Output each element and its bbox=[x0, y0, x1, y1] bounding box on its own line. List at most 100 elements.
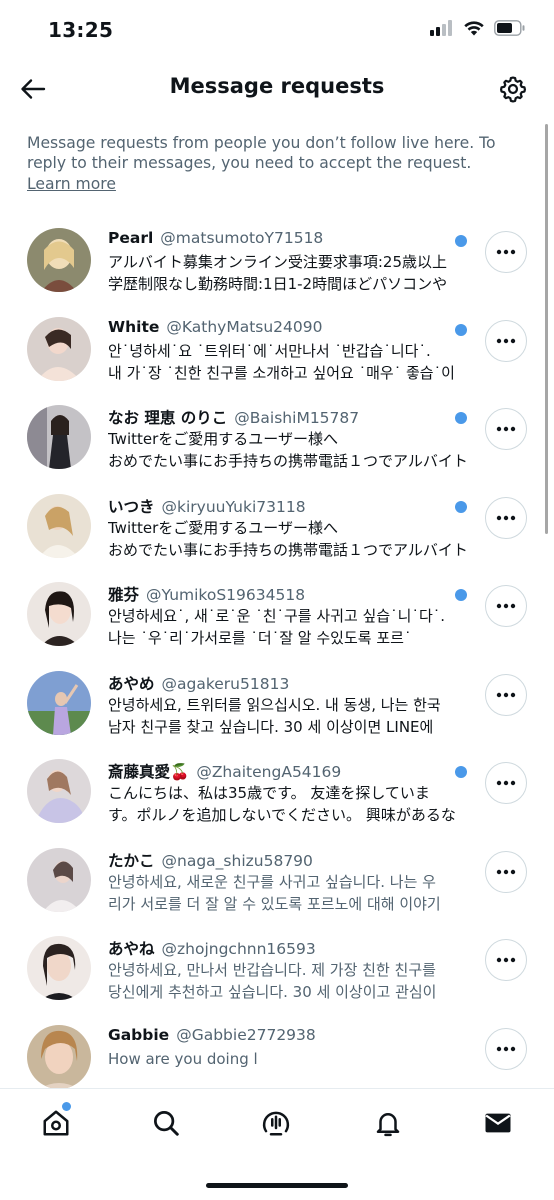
unread-indicator bbox=[455, 589, 467, 601]
message-request-row[interactable]: いつき @kiryuuYuki73118 Twitterをご愛用するユーザー様へ … bbox=[0, 482, 554, 571]
message-request-content: 斎藤真愛🍒 @ZhaitengA54169 こんにちは、私は35歳です。 友達を探… bbox=[108, 760, 468, 826]
tab-notifications[interactable] bbox=[368, 1103, 408, 1143]
home-icon bbox=[43, 1110, 69, 1136]
message-request-content: 雅芬 @YumikoS19634518 안녕하세요˙, 새˙로˙운 ˙친˙구를 사… bbox=[108, 583, 468, 649]
message-request-content: あやめ @agakeru51813 안녕하세요, 트위터를 읽으십시오. 내 동생… bbox=[108, 672, 468, 738]
more-options-button[interactable] bbox=[485, 408, 527, 450]
message-request-row[interactable]: 斎藤真愛🍒 @ZhaitengA54169 こんにちは、私は35歳です。 友達を探… bbox=[0, 747, 554, 836]
bell-icon bbox=[376, 1113, 400, 1137]
tab-spaces[interactable] bbox=[256, 1103, 296, 1143]
message-preview-line: アルバイト募集オンライン受注要求事項:25歳以上 bbox=[108, 253, 447, 271]
sender-name: 雅芬 bbox=[108, 586, 140, 604]
learn-more-link[interactable]: Learn more bbox=[27, 174, 116, 194]
message-request-row[interactable]: あやめ @agakeru51813 안녕하세요, 트위터를 읽으십시오. 내 동생… bbox=[0, 659, 554, 748]
sender-name: あやね bbox=[108, 940, 155, 958]
search-icon bbox=[154, 1111, 179, 1136]
avatar[interactable] bbox=[27, 759, 91, 823]
sender-name: Pearl bbox=[108, 229, 154, 247]
message-request-content: Pearl @matsumotoY71518 アルバイト募集オンライン受注要求事項… bbox=[108, 229, 468, 295]
more-options-button[interactable] bbox=[485, 939, 527, 981]
more-options-button[interactable] bbox=[485, 231, 527, 273]
bottom-tab-bar bbox=[0, 1088, 554, 1200]
message-request-row[interactable]: 雅芬 @YumikoS19634518 안녕하세요˙, 새˙로˙운 ˙친˙구를 사… bbox=[0, 570, 554, 659]
message-preview-line: おめでたい事にお手持ちの携帯電話１つでアルバイト bbox=[108, 540, 468, 559]
status-time: 13:25 bbox=[48, 18, 114, 42]
message-preview-line: 당신에게 추천하고 싶습니다. 30 세 이상이고 관심이 bbox=[108, 983, 437, 1001]
unread-indicator bbox=[455, 235, 467, 247]
more-options-button[interactable] bbox=[485, 585, 527, 627]
page-title: Message requests bbox=[169, 74, 385, 98]
tab-messages[interactable] bbox=[478, 1103, 518, 1143]
message-preview-line: 안녕하세요, 새로운 친구를 사귀고 싶습니다. 나는 우 bbox=[108, 872, 436, 891]
message-preview-line: 안녕하세요˙, 새˙로˙운 ˙친˙구를 사귀고 싶습˙니˙다˙. bbox=[108, 607, 446, 625]
avatar[interactable] bbox=[27, 847, 91, 912]
message-preview-line: 안˙녕하세˙요 ˙트위터˙에˙서만나서 ˙반갑습˙니다˙. bbox=[108, 341, 431, 360]
ellipsis-icon bbox=[496, 426, 516, 432]
message-preview-line: 남자 친구를 찾고 싶습니다. 30 세 이상이면 LINE에 bbox=[108, 717, 434, 736]
more-options-button[interactable] bbox=[485, 850, 527, 893]
ellipsis-icon bbox=[496, 603, 516, 609]
sender-handle: @ZhaitengA54169 bbox=[196, 763, 342, 781]
message-preview-line: How are you doing l bbox=[108, 1049, 258, 1068]
sender-handle: @agakeru51813 bbox=[161, 674, 290, 693]
unread-indicator bbox=[455, 500, 467, 513]
avatar[interactable] bbox=[27, 582, 91, 646]
message-request-row[interactable]: あやね @zhojngchnn16593 안녕하세요, 만나서 반갑습니다. 제 … bbox=[0, 924, 554, 1013]
ellipsis-icon bbox=[496, 338, 516, 343]
sender-handle: @Gabbie2772938 bbox=[176, 1025, 316, 1044]
message-request-row[interactable]: たかこ @naga_shizu58790 안녕하세요, 새로운 친구를 사귀고 싶… bbox=[0, 836, 554, 925]
settings-button[interactable] bbox=[496, 72, 530, 106]
gear-icon bbox=[499, 76, 527, 103]
status-icons bbox=[430, 20, 526, 36]
sender-handle: @kiryuuYuki73118 bbox=[161, 497, 306, 516]
unread-indicator bbox=[455, 412, 467, 424]
message-preview-line: Twitterをご愛用するユーザー様へ bbox=[108, 430, 338, 448]
more-options-button[interactable] bbox=[485, 762, 527, 804]
battery-icon bbox=[494, 20, 525, 36]
home-indicator bbox=[206, 1183, 348, 1188]
avatar[interactable] bbox=[27, 228, 91, 292]
sender-name: たかこ bbox=[108, 851, 155, 870]
ellipsis-icon bbox=[496, 249, 516, 255]
message-preview-line: こんにちは、私は35歳です。 友達を探していま bbox=[108, 784, 430, 802]
message-request-content: White @KathyMatsu24090 안˙녕하세˙요 ˙트위터˙에˙서만나… bbox=[108, 318, 468, 384]
avatar[interactable] bbox=[27, 670, 91, 735]
more-options-button[interactable] bbox=[485, 673, 527, 716]
more-options-button[interactable] bbox=[485, 1027, 527, 1070]
avatar[interactable] bbox=[27, 493, 91, 558]
sender-name: あやめ bbox=[108, 674, 155, 693]
sender-handle: @BaishiM15787 bbox=[234, 409, 360, 427]
tab-search[interactable] bbox=[146, 1103, 186, 1143]
header: Message requests bbox=[0, 62, 554, 116]
message-request-content: たかこ @naga_shizu58790 안녕하세요, 새로운 친구를 사귀고 싶… bbox=[108, 849, 468, 915]
avatar[interactable] bbox=[27, 405, 91, 469]
ellipsis-icon bbox=[496, 957, 516, 963]
avatar[interactable] bbox=[27, 1024, 91, 1089]
sender-name: Gabbie bbox=[108, 1025, 170, 1044]
sender-handle: @zhojngchnn16593 bbox=[161, 940, 316, 958]
sender-name: 斎藤真愛🍒 bbox=[108, 763, 190, 781]
sender-handle: @YumikoS19634518 bbox=[146, 586, 306, 604]
message-request-row[interactable]: White @KathyMatsu24090 안˙녕하세˙요 ˙트위터˙에˙서만나… bbox=[0, 305, 554, 394]
mail-icon bbox=[485, 1113, 511, 1133]
message-preview-line: 学歴制限なし勤務時間:1日1-2時間ほどパソコンや bbox=[108, 275, 448, 293]
message-preview-line: Twitterをご愛用するユーザー様へ bbox=[108, 518, 338, 537]
ellipsis-icon bbox=[496, 1046, 516, 1051]
sender-name: いつき bbox=[108, 497, 155, 516]
avatar[interactable] bbox=[27, 936, 91, 1000]
sender-name: White bbox=[108, 317, 160, 336]
unread-indicator bbox=[455, 323, 467, 336]
ellipsis-icon bbox=[496, 515, 516, 520]
message-request-content: Gabbie @Gabbie2772938 How are you doing l bbox=[108, 1026, 468, 1070]
message-preview-line: す。ポルノを追加しないでください。 興味があるな bbox=[108, 806, 456, 824]
more-options-button[interactable] bbox=[485, 496, 527, 539]
message-request-content: いつき @kiryuuYuki73118 Twitterをご愛用するユーザー様へ … bbox=[108, 495, 468, 561]
intro-description: Message requests from people you don’t f… bbox=[27, 134, 496, 172]
more-options-button[interactable] bbox=[485, 319, 527, 362]
message-request-row[interactable]: Pearl @matsumotoY71518 アルバイト募集オンライン受注要求事項… bbox=[0, 216, 554, 305]
message-preview-line: 안녕하세요, 만나서 반갑습니다. 제 가장 친한 친구를 bbox=[108, 961, 436, 979]
unread-indicator bbox=[455, 766, 467, 778]
message-request-row[interactable]: なお 理恵 のりこ @BaishiM15787 Twitterをご愛用するユーザー… bbox=[0, 393, 554, 482]
avatar[interactable] bbox=[27, 316, 91, 381]
sender-handle: @matsumotoY71518 bbox=[160, 229, 324, 247]
